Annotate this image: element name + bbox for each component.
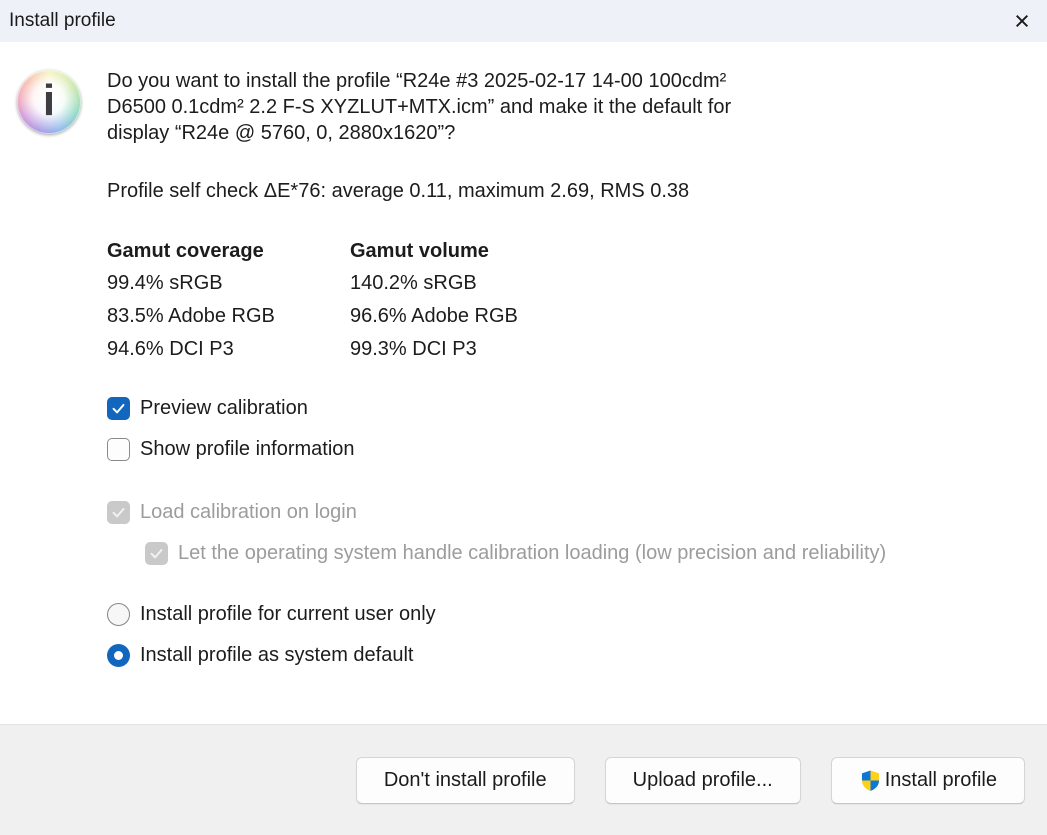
checkbox-label[interactable]: Preview calibration: [140, 397, 308, 420]
gamut-stats: Gamut coverage 99.4% sRGB 83.5% Adobe RG…: [107, 236, 1023, 366]
info-icon: i: [17, 70, 81, 134]
gamut-volume-srgb: 140.2% sRGB: [350, 267, 593, 300]
install-profile-button[interactable]: Install profile: [831, 757, 1025, 804]
checkbox-label[interactable]: Show profile information: [140, 438, 355, 461]
dialog-footer: Don't install profile Upload profile...: [0, 724, 1047, 835]
titlebar: Install profile ×: [0, 0, 1047, 42]
checkbox-disabled-checked-icon: [145, 542, 168, 565]
checkmark-icon: [148, 545, 165, 562]
checkbox-load-calibration-on-login: Load calibration on login: [107, 501, 1023, 524]
gamut-volume-header: Gamut volume: [350, 236, 593, 267]
gamut-volume-column: Gamut volume 140.2% sRGB 96.6% Adobe RGB…: [350, 236, 593, 366]
radio-label[interactable]: Install profile for current user only: [140, 603, 436, 626]
checkbox-show-profile-information[interactable]: Show profile information: [107, 438, 1023, 461]
dialog-body: i Do you want to install the profile “R2…: [0, 42, 1047, 724]
message-line: display “R24e @ 5760, 0, 2880x1620”?: [107, 120, 1023, 146]
button-label: Don't install profile: [384, 769, 547, 792]
dialog-content: Do you want to install the profile “R24e…: [107, 68, 1023, 724]
gamut-coverage-adobergb: 83.5% Adobe RGB: [107, 300, 350, 333]
close-button[interactable]: ×: [997, 0, 1047, 42]
radio-label[interactable]: Install profile as system default: [140, 644, 413, 667]
radio-group: Install profile for current user only In…: [107, 603, 1023, 667]
checkbox-unchecked-icon[interactable]: [107, 438, 130, 461]
gamut-volume-dcip3: 99.3% DCI P3: [350, 333, 593, 366]
install-profile-dialog: Install profile × i Do you want to insta…: [0, 0, 1047, 835]
radio-dot: [114, 651, 123, 660]
message-line: Do you want to install the profile “R24e…: [107, 68, 1023, 94]
message-line: D6500 0.1cdm² 2.2 F-S XYZLUT+MTX.icm” an…: [107, 94, 1023, 120]
checkbox-checked-icon[interactable]: [107, 397, 130, 420]
checkmark-icon: [110, 400, 127, 417]
checkbox-preview-calibration[interactable]: Preview calibration: [107, 397, 1023, 420]
radio-selected-icon[interactable]: [107, 644, 130, 667]
checkbox-disabled-checked-icon: [107, 501, 130, 524]
checkmark-icon: [110, 504, 127, 521]
upload-profile-button[interactable]: Upload profile...: [605, 757, 801, 804]
checkbox-label: Load calibration on login: [140, 501, 357, 524]
disabled-checkbox-group: Load calibration on login Let the operat…: [107, 501, 1023, 565]
gamut-volume-adobergb: 96.6% Adobe RGB: [350, 300, 593, 333]
gamut-coverage-column: Gamut coverage 99.4% sRGB 83.5% Adobe RG…: [107, 236, 350, 366]
window-title: Install profile: [9, 10, 116, 32]
dont-install-profile-button[interactable]: Don't install profile: [356, 757, 575, 804]
info-icon-glyph: i: [43, 79, 55, 123]
radio-install-system-default[interactable]: Install profile as system default: [107, 644, 1023, 667]
checkbox-label: Let the operating system handle calibrat…: [178, 542, 886, 565]
dialog-message: Do you want to install the profile “R24e…: [107, 68, 1023, 146]
button-label: Upload profile...: [633, 769, 773, 792]
gamut-coverage-dcip3: 94.6% DCI P3: [107, 333, 350, 366]
close-icon: ×: [1014, 8, 1030, 35]
radio-install-current-user[interactable]: Install profile for current user only: [107, 603, 1023, 626]
checkbox-os-handle-calibration: Let the operating system handle calibrat…: [145, 542, 1023, 565]
uac-shield-icon: [859, 769, 882, 792]
button-label: Install profile: [885, 769, 997, 792]
radio-unselected-icon[interactable]: [107, 603, 130, 626]
self-check-text: Profile self check ΔE*76: average 0.11, …: [107, 180, 1023, 203]
gamut-coverage-header: Gamut coverage: [107, 236, 350, 267]
gamut-coverage-srgb: 99.4% sRGB: [107, 267, 350, 300]
checkbox-group: Preview calibration Show profile informa…: [107, 397, 1023, 461]
